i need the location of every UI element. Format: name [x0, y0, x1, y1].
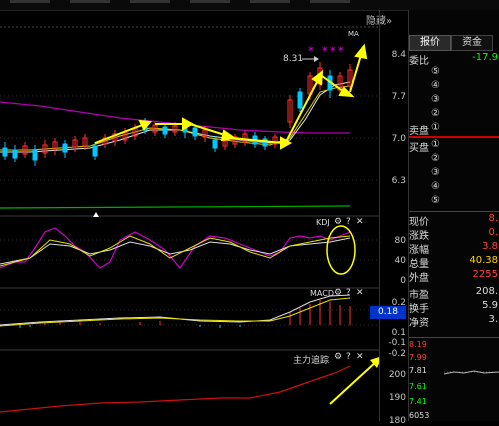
axis-tick: 200: [388, 370, 406, 380]
candle: [62, 140, 68, 158]
quote-row-label: 总量: [409, 259, 429, 270]
candle: [297, 88, 303, 112]
quote-row-value: 3.8: [482, 241, 498, 252]
quote-row-value: 8.: [488, 213, 498, 224]
mini-tick: 7.81: [409, 366, 427, 375]
buy-level: ①: [431, 139, 440, 150]
buy-level: ⑤: [431, 195, 440, 206]
quote-row-value: 40.38: [469, 255, 498, 266]
quote-row-value: 208.: [475, 286, 498, 297]
help-icon[interactable]: ?: [346, 288, 351, 298]
buy-level: ②: [431, 153, 440, 164]
sell-label: 卖盘: [409, 126, 429, 137]
candle: [272, 134, 278, 148]
tab-quote[interactable]: 报价: [409, 35, 451, 51]
quote-row-value: 5.9: [482, 300, 498, 311]
quote-row-label: 涨幅: [409, 245, 429, 256]
candle: [242, 130, 248, 146]
close-icon[interactable]: ✕: [356, 288, 364, 298]
quote-row-label: 净资: [409, 318, 429, 329]
toolbar-segment[interactable]: [130, 0, 170, 3]
buy-label: 买盘: [409, 143, 429, 154]
sell-level: ②: [431, 108, 440, 119]
help-icon[interactable]: ?: [346, 352, 351, 362]
price-axis: 8.4 7.7 7.0 6.3 80 40 0 0.2 0.1 -0.1 -0.…: [379, 10, 409, 426]
sell-level: ④: [431, 80, 440, 91]
toolbar-segment[interactable]: [310, 0, 350, 3]
help-icon[interactable]: ?: [346, 217, 351, 227]
mini-tick: 7.61: [409, 382, 427, 391]
quote-row-label: 现价: [409, 217, 429, 228]
axis-tick: 7.0: [391, 134, 406, 144]
quote-row-value: 0.: [488, 227, 498, 238]
toolbar-segment[interactable]: [250, 0, 290, 3]
quote-row-label: 外盘: [409, 273, 429, 284]
candle: [82, 134, 88, 150]
main-force-title: 主力追踪: [293, 356, 330, 366]
close-icon[interactable]: ✕: [356, 217, 364, 227]
macd-histogram: [19, 300, 351, 328]
axis-tick: 7.7: [391, 92, 406, 102]
settings-icon[interactable]: ⚙: [334, 288, 342, 298]
buy-level: ④: [431, 181, 440, 192]
macd-current-value-tag: 0.18: [370, 306, 406, 319]
quote-row-label: 市盈: [409, 290, 429, 301]
divider: [409, 211, 499, 212]
candle: [162, 124, 168, 138]
highlight-ellipse: [326, 225, 356, 275]
high-price-label: 8.31: [283, 54, 304, 64]
mini-tick: 6053: [409, 411, 430, 420]
candle: [287, 95, 293, 128]
sell-level: ⑤: [431, 66, 440, 77]
axis-tick: 0: [400, 276, 406, 286]
axis-tick: 6.3: [391, 176, 406, 186]
mini-tick: 8.19: [409, 340, 427, 349]
axis-tick: 190: [388, 393, 406, 403]
signal-stars: * ***: [308, 44, 346, 58]
axis-tick: 8.4: [391, 50, 406, 60]
axis-tick: 40: [394, 256, 406, 266]
quote-row-value: 3.: [488, 314, 498, 325]
quote-row-label: 换手: [409, 304, 429, 315]
mini-chart[interactable]: [409, 337, 499, 422]
candle: [32, 145, 38, 166]
mini-tick: 7.99: [409, 353, 427, 362]
ma-label: MA: [348, 30, 359, 38]
toolbar-segment[interactable]: [70, 0, 110, 3]
sell-level: ①: [431, 122, 440, 133]
quote-row-label: 涨跌: [409, 231, 429, 242]
candle: [12, 145, 18, 162]
axis-tick: 80: [394, 236, 406, 246]
kdj-j-line: [0, 227, 351, 269]
tab-funds[interactable]: 资金: [451, 35, 493, 51]
toolbar-segment[interactable]: [190, 0, 230, 3]
weibi-value: -17.9: [472, 52, 498, 63]
long-ma-line-green: [0, 205, 351, 209]
axis-tick: 180: [388, 416, 406, 426]
macd-title: MACD: [310, 289, 334, 298]
weibi-label: 委比: [409, 56, 429, 67]
sell-buy-divider: [409, 136, 499, 138]
kdj-title: KDJ: [316, 218, 330, 227]
axis-tick: -0.2: [388, 349, 406, 359]
candle: [262, 136, 268, 150]
main-force-line: [0, 365, 351, 413]
close-icon[interactable]: ✕: [356, 352, 364, 362]
toolbar-segment[interactable]: [10, 0, 50, 3]
candle: [52, 138, 58, 155]
sell-level: ③: [431, 94, 440, 105]
axis-tick: 0.1: [391, 328, 406, 338]
marker-triangle: [93, 212, 99, 217]
candle: [2, 142, 8, 160]
axis-tick: -0.1: [388, 338, 406, 348]
quote-row-value: 2255: [472, 269, 498, 280]
settings-icon[interactable]: ⚙: [334, 352, 342, 362]
mini-tick: 7.41: [409, 397, 427, 406]
settings-icon[interactable]: ⚙: [334, 217, 342, 227]
buy-level: ③: [431, 167, 440, 178]
